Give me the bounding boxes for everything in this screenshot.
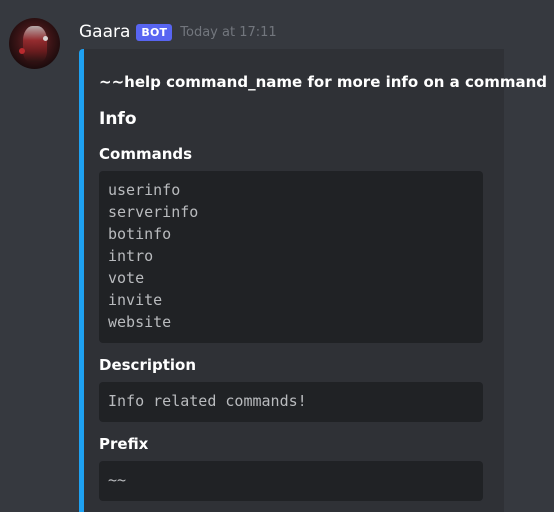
- chat-message: Gaara BOT Today at 17:11 ~~help command_…: [0, 0, 554, 512]
- commands-code-block: userinfo serverinfo botinfo intro vote i…: [99, 171, 483, 343]
- help-embed: ~~help command_name for more info on a c…: [79, 49, 547, 512]
- command-item: userinfo: [108, 181, 181, 199]
- author-name[interactable]: Gaara: [79, 22, 130, 42]
- bot-avatar-icon[interactable]: [9, 18, 60, 69]
- embed-title: ~~help command_name for more info on a c…: [99, 73, 548, 91]
- bot-badge: BOT: [136, 23, 173, 41]
- message-timestamp: Today at 17:11: [180, 24, 277, 40]
- message-header: Gaara BOT Today at 17:11: [79, 19, 277, 45]
- field-name-prefix: Prefix: [99, 435, 149, 453]
- field-name-commands: Commands: [99, 145, 193, 163]
- embed-section-title: Info: [99, 109, 137, 129]
- description-code-block: Info related commands!: [99, 382, 483, 422]
- description-text: Info related commands!: [108, 392, 307, 410]
- command-item: intro: [108, 247, 154, 265]
- field-name-description: Description: [99, 356, 197, 374]
- command-item: vote: [108, 269, 145, 287]
- command-item: website: [108, 313, 172, 331]
- command-item: botinfo: [108, 225, 172, 243]
- prefix-text: ~~: [108, 471, 127, 489]
- command-item: invite: [108, 291, 163, 309]
- prefix-code-block: ~~: [99, 461, 483, 501]
- command-item: serverinfo: [108, 203, 199, 221]
